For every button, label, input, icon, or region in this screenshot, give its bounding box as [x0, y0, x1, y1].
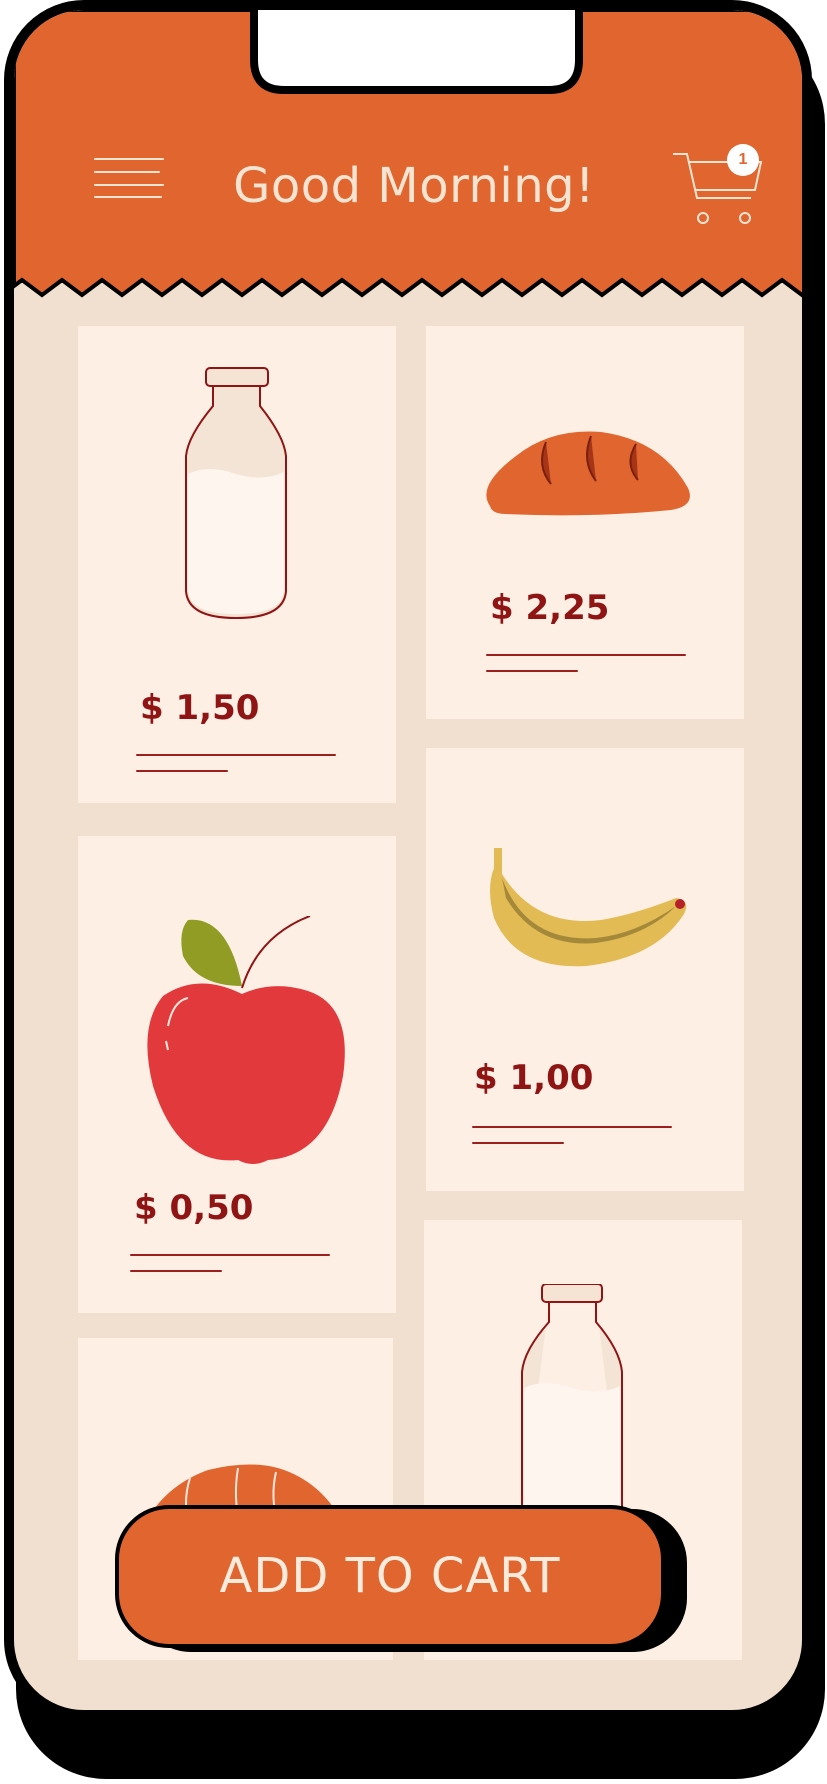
milk-bottle-icon [185, 367, 287, 620]
phone-frame: Good Morning! 1 $ 1,50 $ 2,25 $ 0,50 $ 1… [4, 0, 812, 1720]
description-line [472, 1142, 564, 1144]
description-line [486, 654, 686, 656]
product-card-bread[interactable]: $ 2,25 [426, 326, 744, 719]
product-price: $ 1,50 [140, 688, 260, 728]
description-line [130, 1270, 222, 1272]
description-line [472, 1126, 672, 1128]
menu-button[interactable] [94, 158, 166, 210]
description-line [136, 754, 336, 756]
bread-icon [486, 431, 690, 516]
apple-icon [147, 916, 345, 1164]
product-price: $ 2,25 [490, 588, 610, 628]
product-price: $ 0,50 [134, 1188, 254, 1228]
description-line [130, 1254, 330, 1256]
product-price: $ 1,00 [474, 1058, 594, 1098]
product-card-apple[interactable]: $ 0,50 [78, 836, 396, 1313]
cart-count-badge: 1 [727, 144, 759, 176]
description-line [136, 770, 228, 772]
product-card-milk[interactable]: $ 1,50 [78, 326, 396, 803]
banana-icon [490, 848, 687, 967]
add-to-cart-button[interactable]: ADD TO CART [115, 1505, 665, 1648]
product-card-banana[interactable]: $ 1,00 [426, 748, 744, 1191]
page-title: Good Morning! [233, 158, 595, 214]
description-line [486, 670, 578, 672]
header: Good Morning! 1 [14, 10, 802, 310]
milk-bottle-icon [521, 1284, 623, 1514]
